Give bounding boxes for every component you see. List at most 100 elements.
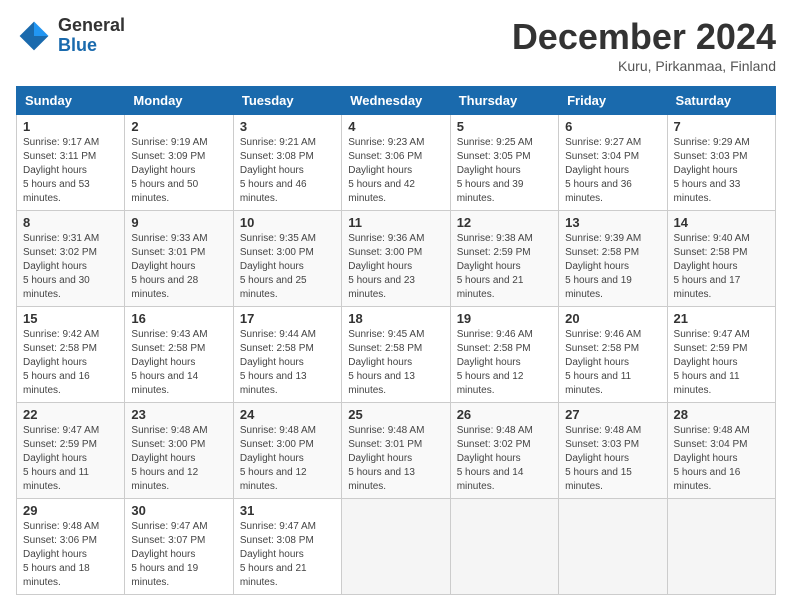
day-info: Sunrise: 9:17 AM Sunset: 3:11 PM Dayligh… xyxy=(23,136,118,206)
day-number: 16 xyxy=(131,311,226,326)
day-number: 25 xyxy=(348,407,443,422)
logo-blue: Blue xyxy=(58,36,125,56)
day-info: Sunrise: 9:46 AM Sunset: 2:58 PM Dayligh… xyxy=(457,328,552,398)
page-header: General Blue December 2024 Kuru, Pirkanm… xyxy=(16,16,776,74)
calendar-cell: 4 Sunrise: 9:23 AM Sunset: 3:06 PM Dayli… xyxy=(342,115,450,211)
calendar-cell: 1 Sunrise: 9:17 AM Sunset: 3:11 PM Dayli… xyxy=(17,115,125,211)
day-number: 8 xyxy=(23,215,118,230)
header-wednesday: Wednesday xyxy=(342,87,450,115)
header-saturday: Saturday xyxy=(667,87,775,115)
calendar-week-1: 1 Sunrise: 9:17 AM Sunset: 3:11 PM Dayli… xyxy=(17,115,776,211)
day-number: 27 xyxy=(565,407,660,422)
logo: General Blue xyxy=(16,16,125,56)
calendar-cell: 15 Sunrise: 9:42 AM Sunset: 2:58 PM Dayl… xyxy=(17,307,125,403)
day-number: 31 xyxy=(240,503,335,518)
calendar-cell xyxy=(559,499,667,595)
calendar-cell: 12 Sunrise: 9:38 AM Sunset: 2:59 PM Dayl… xyxy=(450,211,558,307)
calendar-cell: 31 Sunrise: 9:47 AM Sunset: 3:08 PM Dayl… xyxy=(233,499,341,595)
calendar-cell: 23 Sunrise: 9:48 AM Sunset: 3:00 PM Dayl… xyxy=(125,403,233,499)
day-number: 4 xyxy=(348,119,443,134)
day-info: Sunrise: 9:43 AM Sunset: 2:58 PM Dayligh… xyxy=(131,328,226,398)
calendar-cell: 3 Sunrise: 9:21 AM Sunset: 3:08 PM Dayli… xyxy=(233,115,341,211)
calendar-cell: 24 Sunrise: 9:48 AM Sunset: 3:00 PM Dayl… xyxy=(233,403,341,499)
day-number: 11 xyxy=(348,215,443,230)
day-number: 21 xyxy=(674,311,769,326)
header-row: Sunday Monday Tuesday Wednesday Thursday… xyxy=(17,87,776,115)
calendar-cell: 7 Sunrise: 9:29 AM Sunset: 3:03 PM Dayli… xyxy=(667,115,775,211)
day-info: Sunrise: 9:48 AM Sunset: 3:03 PM Dayligh… xyxy=(565,424,660,494)
header-friday: Friday xyxy=(559,87,667,115)
calendar-cell: 10 Sunrise: 9:35 AM Sunset: 3:00 PM Dayl… xyxy=(233,211,341,307)
calendar-cell xyxy=(342,499,450,595)
day-info: Sunrise: 9:48 AM Sunset: 3:01 PM Dayligh… xyxy=(348,424,443,494)
day-number: 14 xyxy=(674,215,769,230)
day-info: Sunrise: 9:36 AM Sunset: 3:00 PM Dayligh… xyxy=(348,232,443,302)
day-info: Sunrise: 9:39 AM Sunset: 2:58 PM Dayligh… xyxy=(565,232,660,302)
calendar-cell: 11 Sunrise: 9:36 AM Sunset: 3:00 PM Dayl… xyxy=(342,211,450,307)
day-info: Sunrise: 9:42 AM Sunset: 2:58 PM Dayligh… xyxy=(23,328,118,398)
calendar-cell: 16 Sunrise: 9:43 AM Sunset: 2:58 PM Dayl… xyxy=(125,307,233,403)
day-number: 17 xyxy=(240,311,335,326)
calendar-cell: 6 Sunrise: 9:27 AM Sunset: 3:04 PM Dayli… xyxy=(559,115,667,211)
calendar-header: Sunday Monday Tuesday Wednesday Thursday… xyxy=(17,87,776,115)
day-info: Sunrise: 9:27 AM Sunset: 3:04 PM Dayligh… xyxy=(565,136,660,206)
day-info: Sunrise: 9:48 AM Sunset: 3:00 PM Dayligh… xyxy=(131,424,226,494)
day-info: Sunrise: 9:46 AM Sunset: 2:58 PM Dayligh… xyxy=(565,328,660,398)
month-title: December 2024 xyxy=(512,16,776,58)
day-info: Sunrise: 9:25 AM Sunset: 3:05 PM Dayligh… xyxy=(457,136,552,206)
day-number: 1 xyxy=(23,119,118,134)
calendar-cell: 21 Sunrise: 9:47 AM Sunset: 2:59 PM Dayl… xyxy=(667,307,775,403)
calendar-cell: 2 Sunrise: 9:19 AM Sunset: 3:09 PM Dayli… xyxy=(125,115,233,211)
calendar-cell: 9 Sunrise: 9:33 AM Sunset: 3:01 PM Dayli… xyxy=(125,211,233,307)
day-info: Sunrise: 9:48 AM Sunset: 3:00 PM Dayligh… xyxy=(240,424,335,494)
day-info: Sunrise: 9:48 AM Sunset: 3:06 PM Dayligh… xyxy=(23,520,118,590)
logo-icon xyxy=(16,18,52,54)
calendar-cell: 13 Sunrise: 9:39 AM Sunset: 2:58 PM Dayl… xyxy=(559,211,667,307)
day-number: 24 xyxy=(240,407,335,422)
day-number: 5 xyxy=(457,119,552,134)
day-number: 10 xyxy=(240,215,335,230)
day-info: Sunrise: 9:47 AM Sunset: 2:59 PM Dayligh… xyxy=(674,328,769,398)
calendar-cell: 8 Sunrise: 9:31 AM Sunset: 3:02 PM Dayli… xyxy=(17,211,125,307)
calendar-cell: 19 Sunrise: 9:46 AM Sunset: 2:58 PM Dayl… xyxy=(450,307,558,403)
calendar-cell: 26 Sunrise: 9:48 AM Sunset: 3:02 PM Dayl… xyxy=(450,403,558,499)
day-number: 20 xyxy=(565,311,660,326)
header-monday: Monday xyxy=(125,87,233,115)
calendar-cell: 18 Sunrise: 9:45 AM Sunset: 2:58 PM Dayl… xyxy=(342,307,450,403)
day-number: 7 xyxy=(674,119,769,134)
day-info: Sunrise: 9:38 AM Sunset: 2:59 PM Dayligh… xyxy=(457,232,552,302)
day-info: Sunrise: 9:45 AM Sunset: 2:58 PM Dayligh… xyxy=(348,328,443,398)
day-info: Sunrise: 9:40 AM Sunset: 2:58 PM Dayligh… xyxy=(674,232,769,302)
calendar-cell: 17 Sunrise: 9:44 AM Sunset: 2:58 PM Dayl… xyxy=(233,307,341,403)
day-number: 13 xyxy=(565,215,660,230)
calendar-body: 1 Sunrise: 9:17 AM Sunset: 3:11 PM Dayli… xyxy=(17,115,776,595)
day-info: Sunrise: 9:48 AM Sunset: 3:04 PM Dayligh… xyxy=(674,424,769,494)
calendar-cell: 20 Sunrise: 9:46 AM Sunset: 2:58 PM Dayl… xyxy=(559,307,667,403)
calendar-cell: 30 Sunrise: 9:47 AM Sunset: 3:07 PM Dayl… xyxy=(125,499,233,595)
day-info: Sunrise: 9:33 AM Sunset: 3:01 PM Dayligh… xyxy=(131,232,226,302)
calendar-cell: 27 Sunrise: 9:48 AM Sunset: 3:03 PM Dayl… xyxy=(559,403,667,499)
day-number: 3 xyxy=(240,119,335,134)
calendar-cell xyxy=(450,499,558,595)
header-thursday: Thursday xyxy=(450,87,558,115)
calendar-week-3: 15 Sunrise: 9:42 AM Sunset: 2:58 PM Dayl… xyxy=(17,307,776,403)
day-info: Sunrise: 9:35 AM Sunset: 3:00 PM Dayligh… xyxy=(240,232,335,302)
calendar-week-4: 22 Sunrise: 9:47 AM Sunset: 2:59 PM Dayl… xyxy=(17,403,776,499)
location: Kuru, Pirkanmaa, Finland xyxy=(512,58,776,74)
day-number: 29 xyxy=(23,503,118,518)
day-info: Sunrise: 9:23 AM Sunset: 3:06 PM Dayligh… xyxy=(348,136,443,206)
day-number: 22 xyxy=(23,407,118,422)
day-number: 30 xyxy=(131,503,226,518)
day-info: Sunrise: 9:47 AM Sunset: 3:07 PM Dayligh… xyxy=(131,520,226,590)
day-info: Sunrise: 9:31 AM Sunset: 3:02 PM Dayligh… xyxy=(23,232,118,302)
calendar-cell: 25 Sunrise: 9:48 AM Sunset: 3:01 PM Dayl… xyxy=(342,403,450,499)
day-number: 18 xyxy=(348,311,443,326)
calendar-cell xyxy=(667,499,775,595)
day-number: 19 xyxy=(457,311,552,326)
day-number: 2 xyxy=(131,119,226,134)
day-number: 28 xyxy=(674,407,769,422)
logo-general: General xyxy=(58,16,125,36)
header-sunday: Sunday xyxy=(17,87,125,115)
calendar-week-5: 29 Sunrise: 9:48 AM Sunset: 3:06 PM Dayl… xyxy=(17,499,776,595)
day-info: Sunrise: 9:19 AM Sunset: 3:09 PM Dayligh… xyxy=(131,136,226,206)
